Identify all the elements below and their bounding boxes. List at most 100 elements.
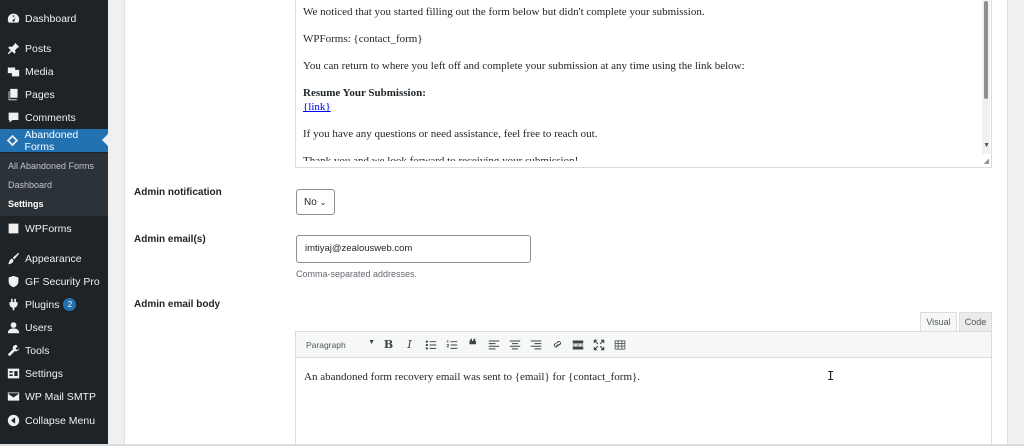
editor-toolbar: Paragraph ▼ B I ❝ <box>295 331 992 358</box>
editor-scrollbar-thumb[interactable] <box>984 1 988 99</box>
sidebar-item-label: Comments <box>25 111 76 124</box>
abandoned-forms-submenu: All Abandoned Forms Dashboard Settings <box>0 153 108 216</box>
editor-paragraph: We noticed that you started filling out … <box>303 6 705 18</box>
resume-link[interactable]: {link} <box>303 101 331 113</box>
align-center-button[interactable] <box>504 335 525 355</box>
admin-emails-label: Admin email(s) <box>134 234 206 245</box>
numbered-list-button[interactable] <box>441 335 462 355</box>
align-center-icon <box>509 340 520 349</box>
sidebar-item-wp-mail-smtp[interactable]: WP Mail SMTP <box>0 385 108 408</box>
sidebar-item-abandoned-forms[interactable]: Abandoned Forms <box>0 128 108 153</box>
editor-paragraph-partial: Thank you and we look forward to receivi… <box>303 155 579 161</box>
format-select[interactable]: Paragraph ▼ <box>301 336 378 353</box>
sidebar-item-plugins[interactable]: Plugins 2 <box>0 293 108 316</box>
quote-icon: ❝ <box>468 336 477 354</box>
users-icon <box>6 321 20 335</box>
recovery-email-body-editor[interactable]: We noticed that you started filling out … <box>295 0 992 168</box>
read-more-button[interactable] <box>567 335 588 355</box>
align-left-button[interactable] <box>483 335 504 355</box>
sidebar-item-tools[interactable]: Tools <box>0 339 108 362</box>
submenu-item-settings[interactable]: Settings <box>8 199 44 209</box>
editor-paragraph: WPForms: {contact_form} <box>303 33 423 45</box>
sidebar-item-label: Media <box>25 65 54 78</box>
editor-paragraph: You can return to where you left off and… <box>303 60 745 72</box>
bullet-list-icon <box>425 340 436 349</box>
admin-emails-description: Comma-separated addresses. <box>296 269 418 279</box>
submenu-item-all-abandoned-forms[interactable]: All Abandoned Forms <box>8 161 94 171</box>
sidebar-item-label: Settings <box>25 367 63 380</box>
sidebar-item-label: WPForms <box>25 222 72 235</box>
align-right-button[interactable] <box>525 335 546 355</box>
sidebar-item-pages[interactable]: Pages <box>0 83 108 106</box>
toolbar-toggle-button[interactable] <box>609 335 630 355</box>
admin-sidebar: Dashboard Posts Media Pages Comments Aba… <box>0 0 108 446</box>
caret-down-icon: ▼ <box>368 339 375 346</box>
submenu-item-dashboard[interactable]: Dashboard <box>8 180 52 190</box>
sidebar-item-comments[interactable]: Comments <box>0 106 108 129</box>
pages-icon <box>6 88 20 102</box>
sidebar-item-label: Collapse Menu <box>25 414 96 427</box>
pin-icon <box>6 42 20 56</box>
link-icon <box>553 340 561 347</box>
shield-icon <box>6 275 20 289</box>
comments-icon <box>6 111 20 125</box>
dashboard-icon <box>6 12 20 26</box>
bold-icon: B <box>383 338 394 351</box>
sidebar-item-settings[interactable]: Settings <box>0 362 108 385</box>
sidebar-item-users[interactable]: Users <box>0 316 108 339</box>
sidebar-item-label: Abandoned Forms <box>24 128 79 153</box>
sidebar-item-label: Appearance <box>25 252 82 265</box>
select-value: No <box>304 196 317 208</box>
read-more-icon <box>572 340 583 349</box>
resume-heading: Resume Your Submission: <box>303 87 426 99</box>
settings-icon <box>6 367 20 381</box>
sidebar-item-posts[interactable]: Posts <box>0 37 108 60</box>
brush-icon <box>6 252 20 266</box>
collapse-icon <box>6 414 20 428</box>
admin-email-body-label: Admin email body <box>134 299 221 310</box>
admin-email-body-editor[interactable]: An abandoned form recovery email was sen… <box>295 358 992 446</box>
tab-visual[interactable]: Visual <box>920 312 957 331</box>
align-right-icon <box>530 340 541 349</box>
insert-link-button[interactable] <box>546 335 567 355</box>
bullet-list-button[interactable] <box>420 335 441 355</box>
scroll-down-arrow-icon[interactable]: ▼ <box>983 142 990 149</box>
fullscreen-button[interactable] <box>588 335 609 355</box>
sidebar-item-label: Tools <box>25 344 50 357</box>
format-select-value: Paragraph <box>306 339 346 350</box>
plugin-update-badge: 2 <box>63 298 77 311</box>
editor-content[interactable]: We noticed that you started filling out … <box>296 0 991 161</box>
bold-button[interactable]: B <box>378 335 399 355</box>
sidebar-item-label: WP Mail SMTP <box>25 390 96 403</box>
mail-icon <box>6 390 20 404</box>
sidebar-item-appearance[interactable]: Appearance <box>0 247 108 270</box>
italic-button[interactable]: I <box>399 335 420 355</box>
sidebar-item-label: Users <box>25 321 53 334</box>
sidebar-item-label: Posts <box>25 42 52 55</box>
media-icon <box>6 65 20 79</box>
sidebar-item-dashboard[interactable]: Dashboard <box>0 7 108 30</box>
wpforms-icon <box>6 222 20 236</box>
tab-code[interactable]: Code <box>959 312 992 331</box>
admin-emails-input[interactable]: imtiyaj@zealousweb.com <box>296 235 531 263</box>
sidebar-item-label: Pages <box>25 88 55 101</box>
toolbar-toggle-icon <box>614 340 625 349</box>
sidebar-item-label: Plugins <box>25 298 60 311</box>
admin-email-body-content[interactable]: An abandoned form recovery email was sen… <box>296 358 991 383</box>
wrench-icon <box>6 344 20 358</box>
sidebar-item-media[interactable]: Media <box>0 60 108 83</box>
editor-scrollbar[interactable] <box>982 0 990 154</box>
resize-handle-icon[interactable]: ◢ <box>984 157 989 165</box>
italic-icon: I <box>407 338 412 351</box>
sidebar-item-label: Dashboard <box>25 12 77 25</box>
text-cursor-icon: I <box>827 369 835 383</box>
sidebar-collapse-menu[interactable]: Collapse Menu <box>0 409 108 432</box>
admin-notification-select[interactable]: No ⌄ <box>296 189 335 215</box>
chevron-down-icon: ⌄ <box>319 197 327 207</box>
sidebar-item-wpforms[interactable]: WPForms <box>0 217 108 240</box>
sidebar-item-gf-security-pro[interactable]: GF Security Pro <box>0 270 108 293</box>
blockquote-button[interactable]: ❝ <box>462 335 483 355</box>
editor-paragraph: If you have any questions or need assist… <box>303 128 598 140</box>
sidebar-item-label: GF Security Pro <box>25 275 100 288</box>
admin-notification-label: Admin notification <box>134 187 222 198</box>
